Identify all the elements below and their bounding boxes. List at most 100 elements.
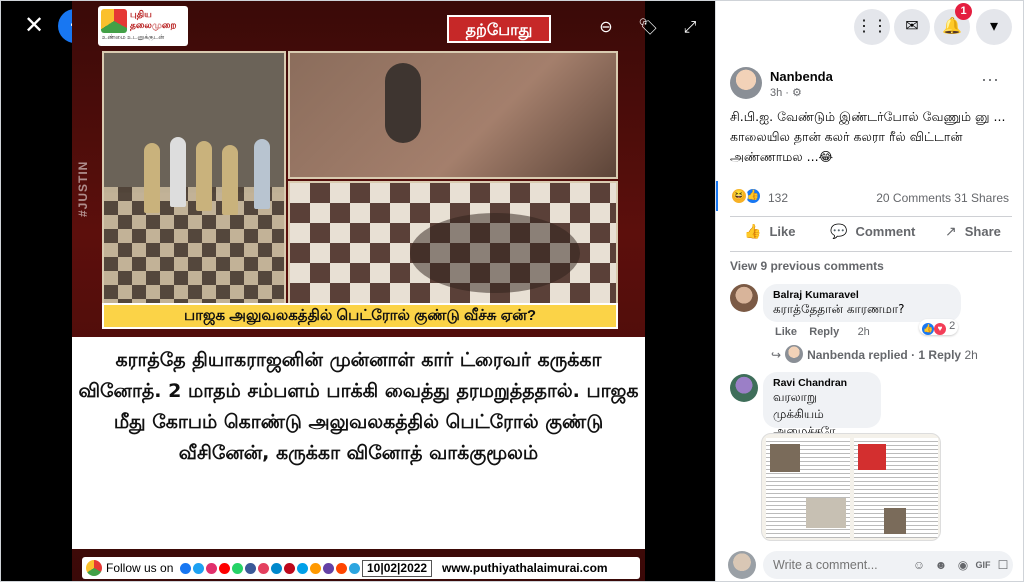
comment-like-link[interactable]: Like	[775, 326, 797, 338]
photo-viewer: ✕ f புதிய தலைமுறை உண்மை உடனுக்குடன் #JUS…	[1, 1, 715, 581]
messenger-icon[interactable]: ✉	[894, 9, 930, 45]
social-network-icon	[258, 563, 269, 574]
brand-mark-icon	[101, 9, 127, 33]
avatar[interactable]	[730, 374, 758, 402]
haha-reaction-icon: 😆	[730, 187, 748, 205]
post-timestamp[interactable]: 3h · ⚙	[770, 86, 802, 99]
like-reaction-icon: 👍	[922, 323, 934, 335]
comment-time[interactable]: 2h	[858, 326, 870, 338]
social-network-icon	[193, 563, 204, 574]
comment-author[interactable]: Ravi Chandran	[773, 377, 871, 389]
share-label: Share	[964, 224, 1001, 239]
shares-count[interactable]: 31 Shares	[954, 191, 1009, 205]
statement-box: கராத்தே தியாகராஜனின் முன்னாள் கார் ட்ரைவ…	[72, 337, 645, 549]
social-network-icon	[336, 563, 347, 574]
tag-icon[interactable]: 🏷	[635, 15, 661, 41]
brand-name: புதிய தலைமுறை	[130, 9, 177, 30]
photo-office-hall	[102, 51, 286, 309]
more-options-icon[interactable]: ···	[981, 70, 999, 88]
newspaper-photo	[884, 508, 906, 534]
person-figure	[170, 137, 186, 207]
newspaper-clip	[854, 438, 938, 538]
social-network-icon	[245, 563, 256, 574]
photo-floor-stain	[288, 181, 618, 309]
expand-icon[interactable]: ⤢	[677, 15, 703, 41]
footer-follow-text: Follow us on	[106, 561, 174, 575]
social-network-icon	[206, 563, 217, 574]
sticker-icon[interactable]: ☐	[995, 557, 1011, 573]
bottle-object	[385, 63, 421, 143]
reply-avatar	[785, 345, 804, 363]
avatar-sticker-icon[interactable]: ☺	[911, 557, 927, 573]
newspaper-photo	[806, 498, 846, 528]
social-network-icon	[297, 563, 308, 574]
comment-text: கராத்தேதான் காரணமா?	[773, 302, 905, 316]
social-network-icon	[271, 563, 282, 574]
post-image: புதிய தலைமுறை உண்மை உடனுக்குடன் #JUSTIN …	[72, 1, 645, 581]
person-figure	[254, 139, 270, 209]
person-figure	[196, 141, 212, 211]
statement-text: கராத்தே தியாகராஜனின் முன்னாள் கார் ட்ரைவ…	[78, 349, 639, 464]
social-network-icon	[284, 563, 295, 574]
comment-button[interactable]: 💬 Comment	[830, 223, 915, 245]
footer-site: www.puthiyathalaimurai.com	[442, 561, 608, 575]
divider	[730, 251, 1012, 252]
comment-meta: Like Reply 2h	[775, 326, 870, 338]
newspaper-photo	[770, 444, 800, 472]
social-network-icon	[180, 563, 191, 574]
show-logo: தற்போது	[447, 15, 551, 43]
social-network-icon	[310, 563, 321, 574]
post-text: சி.பி.ஐ. வேண்டும் இண்டர்போல் வேணும் னு .…	[730, 109, 1006, 164]
like-button[interactable]: 👍 Like	[744, 223, 795, 245]
gif-icon[interactable]: GIF	[975, 557, 991, 573]
share-icon: ↗	[945, 223, 957, 239]
comment-author[interactable]: Balraj Kumaravel	[773, 289, 951, 301]
camera-icon[interactable]: ◉	[955, 557, 971, 573]
love-reaction-icon: ♥	[934, 323, 946, 335]
social-network-icon	[232, 563, 243, 574]
person-figure	[144, 143, 160, 213]
newspaper-clip	[766, 438, 850, 538]
floor-stain	[410, 213, 580, 293]
avatar[interactable]	[728, 551, 756, 579]
comment-icon: 💬	[830, 223, 848, 239]
comment-bubble: Ravi Chandran வரலாறு முக்கியம் அமைச்சரே	[763, 372, 881, 438]
avatar[interactable]	[730, 284, 758, 312]
brand-tagline: உண்மை உடனுக்குடன்	[102, 35, 165, 41]
replies-text[interactable]: Nanbenda replied · 1 Reply	[807, 348, 961, 362]
post-author[interactable]: Nanbenda	[770, 69, 833, 84]
replies-summary[interactable]: ↪ Nanbenda replied · 1 Reply 2h	[771, 345, 978, 363]
facebook-photo-viewer: ✕ f புதிய தலைமுறை உண்மை உடனுக்குடன் #JUS…	[0, 0, 1024, 582]
comment-reactions[interactable]: 👍 ♥ 2	[919, 319, 959, 335]
like-icon: 👍	[744, 223, 762, 239]
comment-image-attachment[interactable]	[761, 433, 941, 541]
comment-reply-link[interactable]: Reply	[809, 326, 839, 338]
close-icon[interactable]: ✕	[21, 13, 47, 39]
emoji-icon[interactable]: ☻	[933, 557, 949, 573]
reply-time: 2h	[964, 348, 978, 362]
view-previous-comments[interactable]: View 9 previous comments	[730, 259, 884, 273]
zoom-out-icon[interactable]: ⊖	[593, 15, 619, 41]
share-button[interactable]: ↗ Share	[945, 223, 1001, 245]
newspaper-photo	[858, 444, 886, 470]
footer-date: 10|02|2022	[362, 560, 433, 577]
photo-bottle	[288, 51, 618, 179]
account-menu-icon[interactable]: ▾	[976, 9, 1012, 45]
scroll-indicator	[716, 181, 718, 211]
comment-composer: ☺ ☻ ◉ GIF ☐	[763, 551, 1013, 579]
footer-logo-icon	[86, 560, 102, 576]
social-network-icon	[219, 563, 230, 574]
comment-reaction-count: 2	[949, 320, 956, 332]
notification-badge: 1	[955, 3, 972, 20]
image-footer-bar: Follow us on 10|02|2022 www.puthiyathala…	[82, 557, 640, 579]
person-figure	[222, 145, 238, 215]
menu-grid-icon[interactable]: ⋮⋮	[854, 9, 890, 45]
justin-tag: #JUSTIN	[76, 160, 90, 217]
avatar[interactable]	[730, 67, 762, 99]
social-network-icon	[349, 563, 360, 574]
brand-logo: புதிய தலைமுறை உண்மை உடனுக்குடன்	[98, 6, 188, 46]
comments-count[interactable]: 20 Comments	[876, 191, 951, 205]
reply-arrow-icon: ↪	[771, 348, 782, 362]
comment-input[interactable]	[773, 558, 893, 572]
reaction-count[interactable]: 132	[768, 191, 788, 205]
